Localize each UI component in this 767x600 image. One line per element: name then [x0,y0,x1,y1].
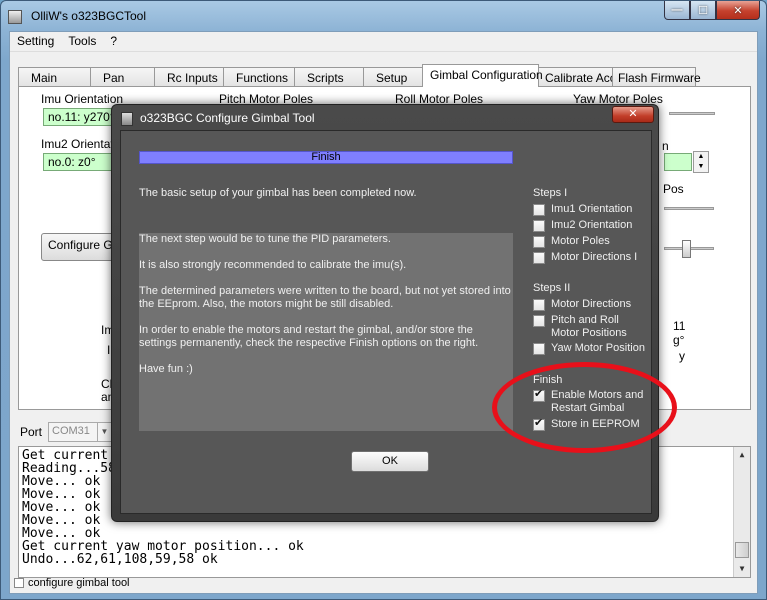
highlight-ellipse [492,362,677,453]
status-checkbox[interactable] [14,578,24,588]
port-select[interactable]: COM31 ▼ [48,422,113,442]
steps-1-title: Steps I [533,187,568,199]
steps-2-title: Steps II [533,282,571,294]
dialog-app-icon [121,112,133,126]
checkbox-imu2-orientation[interactable]: Imu2 Orientation [533,219,632,232]
checkbox-pitch-roll-positions[interactable]: Pitch and Roll Motor Positions [533,314,645,340]
scroll-down-icon[interactable]: ▼ [734,561,750,577]
imu2-orientation-field[interactable]: no.0: z0° [43,153,119,171]
scroll-thumb[interactable] [735,542,749,558]
ok-button[interactable]: OK [351,451,429,472]
status-label: configure gimbal tool [28,577,130,589]
dialog-body: Finish The basic setup of your gimbal ha… [120,130,652,514]
checkbox-icon[interactable] [533,252,545,264]
console-scrollbar[interactable]: ▲ ▼ [733,447,750,577]
info-paragraph: In order to enable the motors and restar… [139,324,479,349]
right-partial-1: 11 [673,319,686,333]
close-button[interactable]: ✕ [716,1,760,20]
checkbox-label: Motor Poles [551,235,610,247]
menu-bar: Setting Tools ? [10,32,757,52]
checkbox-label: Motor Directions [551,298,632,310]
menu-tools[interactable]: Tools [61,32,103,51]
port-label: Port [20,425,43,439]
right-partial-2: g° [673,333,685,347]
checkbox-yaw-position[interactable]: Yaw Motor Position [533,342,645,355]
port-row: Port COM31 ▼ [20,422,113,442]
tab-rc-inputs[interactable]: Rc Inputs [154,67,224,87]
imu-orientation-label: Imu Orientation [41,92,124,106]
right-partial-field[interactable] [664,153,692,171]
checkbox-label: Yaw Motor Position [551,342,645,354]
tab-main[interactable]: Main [18,67,91,87]
tab-flash-firmware[interactable]: Flash Firmware [612,67,701,87]
tab-calibrate-acc[interactable]: Calibrate Acc [538,67,616,87]
checkbox-motor-directions[interactable]: Motor Directions [533,298,631,311]
dialog-close-button[interactable]: ✕ [612,106,654,123]
tab-gimbal-configuration[interactable]: Gimbal Configuration [422,64,543,87]
menu-setting[interactable]: Setting [10,32,61,51]
checkbox-icon[interactable] [533,299,545,311]
checkbox-icon[interactable] [533,204,545,216]
checkbox-label: Motor Directions I [551,251,638,263]
dialog-title: o323BGC Configure Gimbal Tool [140,111,315,125]
checkbox-icon[interactable] [533,236,545,248]
maximize-button[interactable]: ☐ [690,1,716,20]
info-paragraph: The determined parameters were written t… [139,285,511,310]
finish-banner: Finish [139,151,513,164]
tab-strip: Main Pan Rc Inputs Functions Scripts Set… [18,64,701,87]
scroll-up-icon[interactable]: ▲ [734,447,750,463]
info-paragraph: The next step would be to tune the PID p… [139,233,391,245]
right-partial-3: y [679,349,685,363]
checkbox-motor-directions-1[interactable]: Motor Directions I [533,251,637,264]
spinner-arrows[interactable]: ▲ ▼ [693,151,709,173]
minimize-button[interactable]: — [664,1,690,20]
pos-label: Pos [663,182,684,196]
poles-slider-track[interactable] [669,112,715,115]
intro-text: The basic setup of your gimbal has been … [139,187,417,199]
menu-help[interactable]: ? [103,32,124,51]
configure-gimbal-button[interactable]: Configure Gim [41,233,121,261]
checkbox-icon[interactable] [533,343,545,355]
checkbox-icon[interactable] [533,315,545,327]
checkbox-icon[interactable] [533,220,545,232]
info-text-box: The next step would be to tune the PID p… [139,233,513,431]
tab-pan[interactable]: Pan [90,67,155,87]
info-paragraph: It is also strongly recommended to calib… [139,259,407,271]
imu-orientation-field[interactable]: no.11: y270° [43,108,119,126]
checkbox-motor-poles[interactable]: Motor Poles [533,235,610,248]
tab-functions[interactable]: Functions [223,67,295,87]
pos-slider-track[interactable] [664,207,714,210]
title-bar[interactable]: OlliW's o323BGCTool — ☐ ✕ [1,1,766,31]
slider-thumb[interactable] [682,240,691,258]
chevron-down-icon[interactable]: ▼ [97,423,111,441]
console-line: Undo...62,61,108,59,58 ok [22,552,218,567]
checkbox-label: Imu1 Orientation [551,203,633,215]
tab-setup[interactable]: Setup [363,67,423,87]
checkbox-imu1-orientation[interactable]: Imu1 Orientation [533,203,632,216]
checkbox-label: Pitch and Roll Motor Positions [551,314,627,339]
info-paragraph: Have fun :) [139,363,193,375]
tab-scripts[interactable]: Scripts [294,67,364,87]
port-value: COM31 [52,425,90,437]
configure-gimbal-dialog: o323BGC Configure Gimbal Tool ✕ Finish T… [111,104,659,522]
status-bar: configure gimbal tool [14,577,130,589]
window-title: OlliW's o323BGCTool [31,9,146,23]
right-partial-n: n [662,139,669,153]
app-icon [8,10,22,24]
checkbox-label: Imu2 Orientation [551,219,633,231]
